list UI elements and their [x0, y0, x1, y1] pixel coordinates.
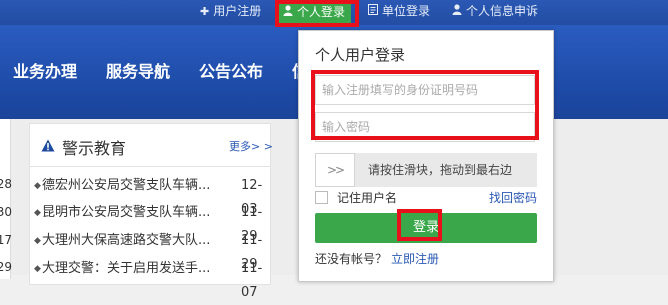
bullet-icon: ◆	[34, 264, 41, 274]
forgot-password-link[interactable]: 找回密码	[489, 190, 537, 206]
news-item[interactable]: ◆ 德宏州公安局交警支队车辆... 12-03	[30, 174, 270, 217]
unit-login-link[interactable]: 单位登录	[368, 0, 430, 22]
news-item-title[interactable]: 德宏州公安局交警支队车辆...	[42, 174, 217, 198]
plus-icon: ✚	[200, 5, 210, 18]
remember-label: 记住用户名	[337, 191, 398, 205]
register-now-link[interactable]: 立即注册	[391, 252, 439, 266]
login-title: 个人用户登录	[315, 46, 406, 64]
remember-username[interactable]: 记住用户名	[315, 190, 397, 206]
left-date: 29	[0, 260, 12, 274]
user-icon	[283, 1, 293, 25]
warning-education-card: 警示教育 更多> > ◆ 德宏州公安局交警支队车辆... 12-03 ◆ 昆明市…	[29, 123, 273, 300]
password-field[interactable]	[315, 112, 535, 142]
document-icon	[368, 1, 378, 23]
warning-icon	[41, 139, 55, 152]
news-title: 警示教育	[62, 139, 127, 158]
unit-login-label: 单位登录	[382, 4, 431, 18]
register-link[interactable]: ✚ 用户注册	[200, 0, 261, 22]
id-number-input[interactable]	[316, 76, 534, 104]
more-link[interactable]: 更多> >	[229, 138, 273, 154]
appeal-link-label: 个人信息申诉	[466, 4, 539, 18]
bullet-icon: ◆	[34, 208, 41, 218]
password-input[interactable]	[316, 113, 534, 141]
nav-item-announcements[interactable]: 公告公布	[199, 58, 263, 82]
left-date: 30	[0, 205, 12, 219]
nav-item-business[interactable]: 业务办理	[13, 58, 77, 82]
id-number-field[interactable]	[315, 75, 535, 105]
news-item-title[interactable]: 大理州大保高速路交警大队...	[42, 229, 217, 253]
nav-item-service-guide[interactable]: 服务导航	[106, 58, 170, 82]
news-item[interactable]: ◆ 大理交警：关于启用发送手... 11-07	[30, 257, 270, 300]
news-item-title[interactable]: 大理交警：关于启用发送手...	[42, 257, 217, 281]
news-item[interactable]: ◆ 大理州大保高速路交警大队... 11-29	[30, 229, 270, 272]
bullet-icon: ◆	[34, 236, 41, 246]
news-item[interactable]: ◆ 昆明市公安局交警支队车辆... 11-29	[30, 201, 270, 244]
left-date: 28	[0, 177, 12, 191]
no-account-text: 还没有帐号？	[315, 252, 388, 266]
news-item-title[interactable]: 昆明市公安局交警支队车辆...	[42, 201, 217, 225]
personal-login-label: 个人登录	[297, 5, 346, 19]
register-prompt: 还没有帐号？ 立即注册	[315, 251, 439, 267]
login-panel: 个人用户登录 >> 请按住滑块，拖动到最右边 记住用户名 找回密码 登录 还没有…	[298, 30, 554, 282]
news-item-date: 11-07	[241, 261, 263, 300]
personal-login-link[interactable]: 个人登录	[277, 0, 352, 25]
slider-captcha[interactable]: >> 请按住滑块，拖动到最右边	[315, 153, 537, 187]
bullet-icon: ◆	[34, 181, 41, 191]
news-header: 警示教育 更多> >	[30, 124, 273, 167]
register-link-label: 用户注册	[213, 4, 262, 18]
remember-checkbox[interactable]	[315, 191, 328, 204]
slider-hint: 请按住滑块，拖动到最右边	[368, 163, 513, 177]
login-button[interactable]: 登录	[315, 213, 537, 243]
user-icon	[452, 1, 462, 23]
left-date: 17	[0, 233, 12, 247]
appeal-link[interactable]: 个人信息申诉	[452, 0, 538, 22]
left-partial-card	[0, 119, 11, 279]
slider-handle[interactable]: >>	[315, 153, 355, 187]
top-bar: ✚ 用户注册 个人登录 单位登录 个人信息申诉	[0, 0, 668, 25]
